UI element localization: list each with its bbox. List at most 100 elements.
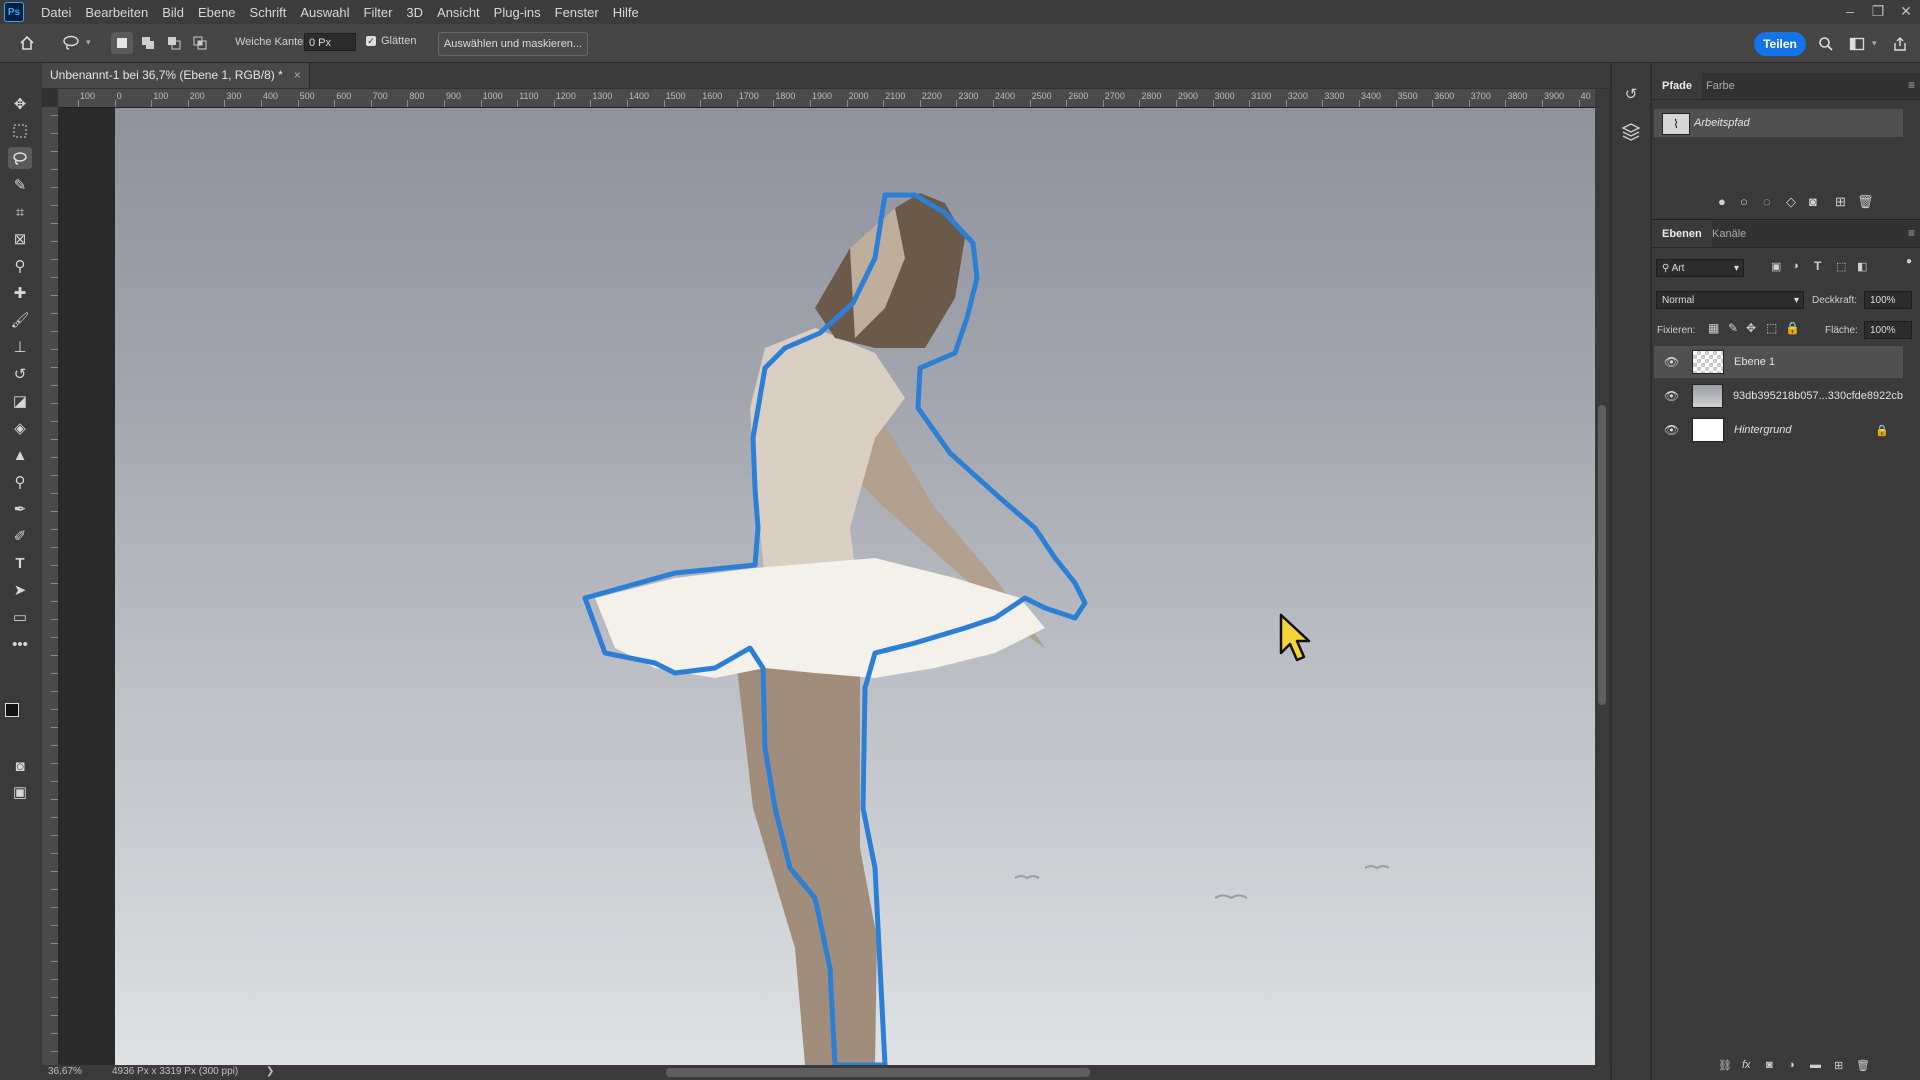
path-selection-tool-icon[interactable]: ➤ (8, 579, 32, 601)
blur-tool-icon[interactable]: ▲ (8, 444, 32, 466)
fill-path-icon[interactable]: ● (1718, 194, 1726, 209)
tab-kanaele[interactable]: Kanäle (1702, 221, 1756, 247)
quick-mask-icon[interactable]: ◙ (8, 755, 32, 777)
layer-style-icon[interactable]: fx (1742, 1059, 1751, 1071)
smooth-checkbox[interactable]: ✓ Glätten (366, 35, 416, 47)
filter-adjustment-icon[interactable]: ◑ (1792, 260, 1799, 272)
stroke-path-icon[interactable]: ○ (1740, 194, 1748, 209)
history-brush-tool-icon[interactable]: ↺ (8, 363, 32, 385)
crop-tool-icon[interactable]: ⌗ (8, 201, 32, 223)
menu-bild[interactable]: Bild (155, 5, 191, 20)
home-icon[interactable] (16, 32, 38, 54)
lasso-tool-icon[interactable] (8, 147, 32, 169)
foreground-color-swatch[interactable] (5, 703, 19, 717)
quick-selection-tool-icon[interactable]: ✎ (8, 174, 32, 196)
layers-panel-icon[interactable] (1621, 121, 1641, 141)
menu-schrift[interactable]: Schrift (243, 5, 294, 20)
paint-bucket-tool-icon[interactable]: ◈ (8, 417, 32, 439)
rectangle-tool-icon[interactable]: ▭ (8, 606, 32, 628)
freeform-pen-tool-icon[interactable]: ✐ (8, 525, 32, 547)
add-to-selection-icon[interactable] (137, 32, 159, 54)
close-document-icon[interactable]: × (294, 63, 301, 88)
dodge-tool-icon[interactable]: ⚲ (8, 471, 32, 493)
menu-3d[interactable]: 3D (399, 5, 430, 20)
new-layer-icon[interactable]: ⊞ (1834, 1059, 1843, 1072)
visibility-eye-icon[interactable]: 👁 (1664, 423, 1679, 437)
new-path-icon[interactable]: ⊞ (1835, 194, 1846, 210)
layer-row-ebene-1[interactable]: 👁 Ebene 1 (1654, 346, 1903, 378)
link-layers-icon[interactable]: ⛓ (1718, 1059, 1732, 1072)
tab-pfade[interactable]: Pfade (1652, 73, 1702, 99)
export-share-icon[interactable] (1889, 33, 1911, 55)
workspace-icon[interactable] (1846, 33, 1868, 55)
tab-farbe[interactable]: Farbe (1696, 73, 1745, 99)
clone-stamp-tool-icon[interactable]: ⊥ (8, 336, 32, 358)
eyedropper-tool-icon[interactable]: ⚲ (8, 255, 32, 277)
menu-filter[interactable]: Filter (357, 5, 400, 20)
new-adjustment-layer-icon[interactable]: ◑ (1788, 1059, 1795, 1071)
chevron-down-icon[interactable]: ▾ (86, 37, 91, 48)
document-tab[interactable]: Unbenannt-1 bei 36,7% (Ebene 1, RGB/8) *… (42, 63, 310, 88)
horizontal-scroll-thumb[interactable] (666, 1068, 1090, 1077)
fill-input[interactable]: 100% (1864, 321, 1912, 339)
marquee-tool-icon[interactable] (8, 120, 32, 142)
opacity-input[interactable]: 100% (1864, 291, 1912, 309)
layers-panel-menu-icon[interactable]: ≡ (1908, 226, 1915, 240)
eraser-tool-icon[interactable]: ◪ (8, 390, 32, 412)
delete-path-icon[interactable]: 🗑 (1857, 194, 1874, 210)
add-mask-icon[interactable]: ◙ (1809, 194, 1817, 209)
lasso-tool-preset-icon[interactable] (60, 32, 82, 54)
move-tool-icon[interactable]: ✥ (8, 93, 32, 115)
menu-plugins[interactable]: Plug-ins (487, 5, 548, 20)
select-and-mask-button[interactable]: Auswählen und maskieren... (438, 32, 588, 56)
screen-mode-icon[interactable]: ▣ (8, 781, 32, 803)
visibility-eye-icon[interactable]: 👁 (1664, 355, 1679, 369)
menu-datei[interactable]: Datei (34, 5, 78, 20)
close-window-button[interactable]: ✕ (1892, 0, 1920, 24)
path-item-arbeitspfad[interactable]: ⌇ Arbeitspfad (1654, 109, 1903, 137)
lock-artboard-icon[interactable]: ⬚ (1766, 321, 1777, 335)
layer-row-smart-object[interactable]: 👁 93db395218b057...330cfde8922cb (1654, 380, 1903, 412)
lock-position-icon[interactable]: ✥ (1746, 321, 1756, 335)
history-panel-icon[interactable]: ↺ (1621, 85, 1641, 105)
ballerina-photo[interactable] (115, 108, 1595, 1065)
load-path-as-selection-icon[interactable]: ◌ (1763, 194, 1771, 209)
vertical-scroll-thumb[interactable] (1598, 405, 1606, 705)
lock-pixels-icon[interactable]: ✎ (1728, 321, 1738, 335)
menu-ebene[interactable]: Ebene (191, 5, 243, 20)
menu-ansicht[interactable]: Ansicht (430, 5, 487, 20)
feather-input[interactable]: 0 Px (304, 33, 356, 51)
layer-row-hintergrund[interactable]: 👁 Hintergrund 🔒 (1654, 414, 1903, 446)
filter-type-icon[interactable]: T (1814, 259, 1821, 273)
menu-bearbeiten[interactable]: Bearbeiten (78, 5, 155, 20)
lock-all-icon[interactable]: 🔒 (1785, 321, 1800, 335)
more-tools-icon[interactable]: ••• (8, 633, 32, 655)
type-tool-icon[interactable]: T (8, 552, 32, 574)
layer-filter-select[interactable]: ⚲ Art ▾ (1656, 259, 1744, 277)
healing-brush-tool-icon[interactable]: ✚ (8, 282, 32, 304)
filter-smart-object-icon[interactable]: ◧ (1857, 260, 1867, 273)
filter-toggle-icon[interactable]: ● (1906, 256, 1912, 267)
workspace-chevron-icon[interactable]: ▾ (1872, 38, 1877, 49)
restore-button[interactable]: ❐ (1864, 0, 1892, 24)
new-selection-icon[interactable] (111, 32, 133, 54)
lock-transparency-icon[interactable]: ▦ (1708, 321, 1719, 335)
frame-tool-icon[interactable]: ⊠ (8, 228, 32, 250)
share-button[interactable]: Teilen (1754, 32, 1806, 56)
add-layer-mask-icon[interactable]: ◙ (1766, 1059, 1773, 1071)
minimize-button[interactable]: – (1836, 0, 1864, 24)
canvas-area[interactable] (58, 108, 1595, 1065)
make-work-path-icon[interactable]: ◇ (1786, 194, 1796, 210)
zoom-level[interactable]: 36,67% (48, 1066, 82, 1077)
menu-auswahl[interactable]: Auswahl (293, 5, 356, 20)
visibility-eye-icon[interactable]: 👁 (1664, 389, 1679, 403)
checkbox-check-icon[interactable]: ✓ (366, 36, 376, 46)
menu-hilfe[interactable]: Hilfe (606, 5, 646, 20)
new-group-icon[interactable]: ▬ (1810, 1059, 1821, 1071)
status-menu-arrow-icon[interactable]: ❯ (266, 1066, 274, 1077)
pen-tool-icon[interactable]: ✒ (8, 498, 32, 520)
blend-mode-select[interactable]: Normal ▾ (1656, 291, 1804, 309)
paths-panel-menu-icon[interactable]: ≡ (1908, 78, 1915, 92)
search-icon[interactable] (1815, 33, 1837, 55)
filter-pixel-icon[interactable]: ▣ (1771, 260, 1781, 273)
